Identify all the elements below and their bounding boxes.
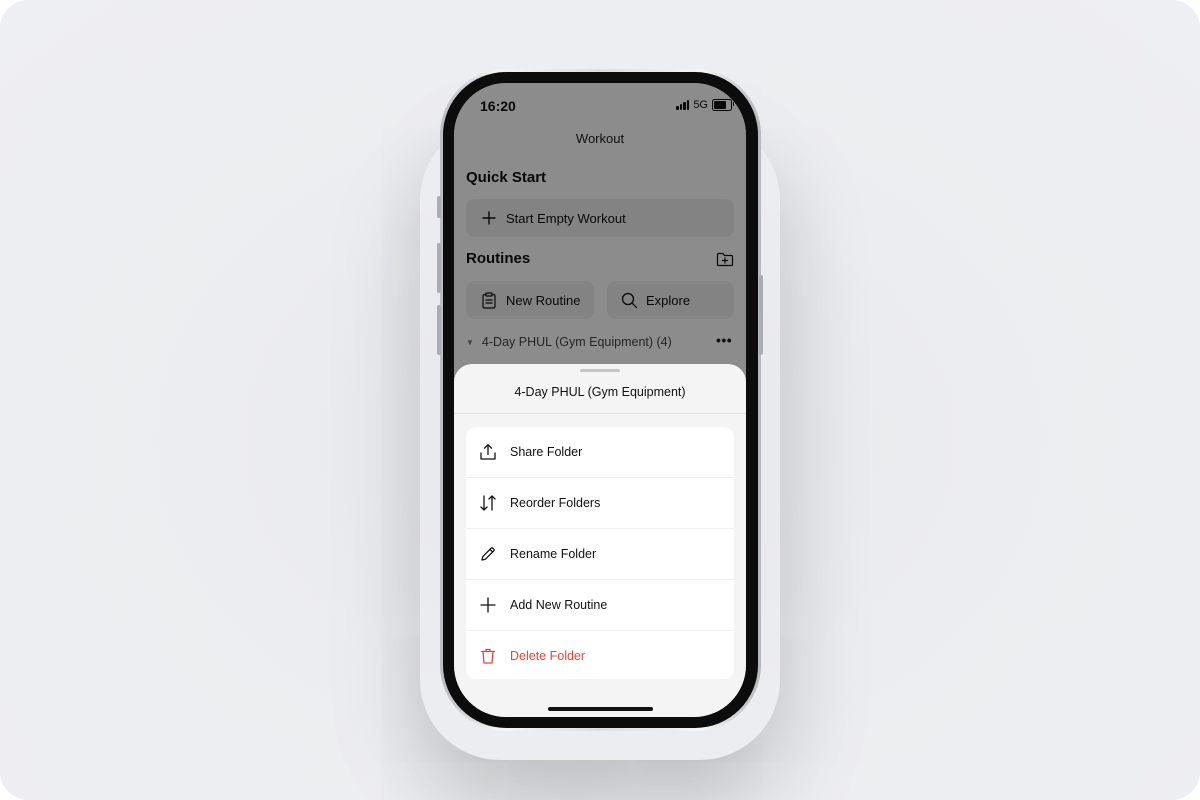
delete-folder-label: Delete Folder <box>510 649 586 663</box>
power-button <box>759 275 763 355</box>
folder-options-menu: Share Folder Reorder Folders Rename Fold… <box>466 427 734 679</box>
sheet-divider <box>454 413 746 414</box>
volume-up-button <box>437 243 441 293</box>
share-folder-label: Share Folder <box>510 445 583 459</box>
share-icon <box>478 442 498 462</box>
reorder-folders-item[interactable]: Reorder Folders <box>466 478 734 528</box>
delete-folder-item[interactable]: Delete Folder <box>466 631 734 679</box>
home-indicator <box>548 707 653 711</box>
trash-icon <box>478 646 498 666</box>
sheet-title: 4-Day PHUL (Gym Equipment) <box>514 385 686 399</box>
pencil-icon <box>478 544 498 564</box>
share-folder-item[interactable]: Share Folder <box>466 427 734 477</box>
reorder-arrows-icon <box>478 493 498 513</box>
action-button <box>437 196 441 218</box>
sheet-grabber[interactable] <box>580 369 620 372</box>
reorder-folders-label: Reorder Folders <box>510 496 601 510</box>
phone-screen: 16:20 5G Workout Quick Start Start Empty… <box>454 83 746 717</box>
volume-down-button <box>437 305 441 355</box>
add-new-routine-label: Add New Routine <box>510 598 608 612</box>
rename-folder-label: Rename Folder <box>510 547 597 561</box>
plus-icon <box>478 595 498 615</box>
backdrop: 16:20 5G Workout Quick Start Start Empty… <box>0 0 1200 800</box>
add-new-routine-item[interactable]: Add New Routine <box>466 580 734 630</box>
rename-folder-item[interactable]: Rename Folder <box>466 529 734 579</box>
folder-options-sheet: 4-Day PHUL (Gym Equipment) Share Folder … <box>454 364 746 717</box>
